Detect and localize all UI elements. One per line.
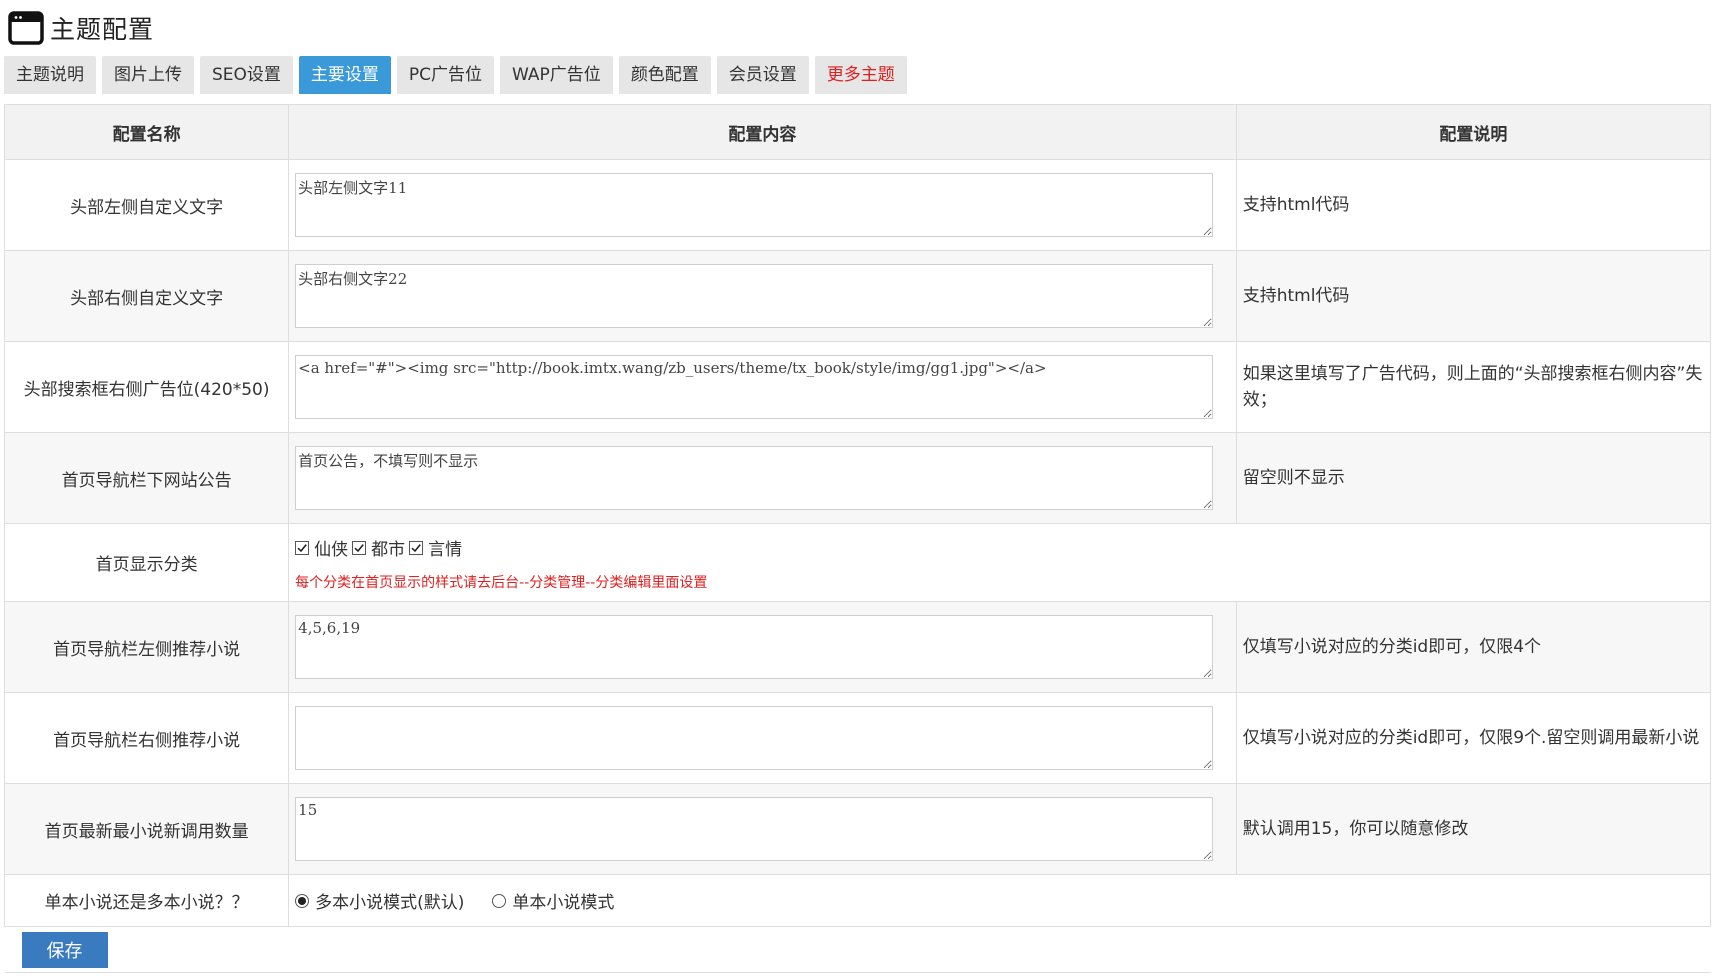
mode-option-multi[interactable]: 多本小说模式(默认) bbox=[295, 888, 464, 913]
radio-selected-icon[interactable] bbox=[295, 893, 310, 908]
browser-window-icon bbox=[8, 11, 44, 45]
checkbox-checked-icon[interactable] bbox=[295, 540, 310, 555]
row-label: 头部左侧自定义文字 bbox=[3, 159, 290, 251]
row-label: 单本小说还是多本小说？？ bbox=[3, 874, 290, 927]
mode-option-single[interactable]: 单本小说模式 bbox=[492, 888, 614, 913]
table-row: 首页导航栏下网站公告 首页公告，不填写则不显示 留空则不显示 bbox=[3, 432, 1712, 524]
latest-novel-count-input[interactable]: 15 bbox=[295, 797, 1213, 861]
tab-pc-ads[interactable]: PC广告位 bbox=[396, 56, 495, 94]
category-checkbox-group: 仙侠 都市 言情 bbox=[295, 535, 1687, 560]
row-label: 首页显示分类 bbox=[3, 523, 290, 602]
search-ad-code-input[interactable]: <a href="#"><img src="http://book.imtx.w… bbox=[295, 355, 1213, 419]
mode-option-label: 单本小说模式 bbox=[512, 893, 615, 913]
tab-member-settings[interactable]: 会员设置 bbox=[716, 56, 809, 94]
row-description: 支持html代码 bbox=[1235, 159, 1712, 251]
nav-right-recommend-input[interactable] bbox=[295, 706, 1213, 770]
checkbox-checked-icon[interactable] bbox=[409, 540, 424, 555]
category-option-xianxia[interactable]: 仙侠 bbox=[295, 535, 348, 560]
row-description: 支持html代码 bbox=[1235, 250, 1712, 342]
column-header-name: 配置名称 bbox=[3, 104, 290, 160]
table-row: 首页最新最小说新调用数量 15 默认调用15，你可以随意修改 bbox=[3, 783, 1712, 875]
page-header: 主题配置 bbox=[8, 8, 154, 48]
column-header-content: 配置内容 bbox=[288, 104, 1237, 160]
save-row: 保存 bbox=[4, 926, 1711, 973]
row-description: 仅填写小说对应的分类id即可，仅限4个 bbox=[1235, 601, 1712, 693]
radio-unselected-icon[interactable] bbox=[492, 893, 507, 908]
config-tabs: 主题说明 图片上传 SEO设置 主要设置 PC广告位 WAP广告位 颜色配置 会… bbox=[4, 56, 913, 94]
row-label: 首页导航栏右侧推荐小说 bbox=[3, 692, 290, 784]
row-description: 留空则不显示 bbox=[1235, 432, 1712, 524]
tab-wap-ads[interactable]: WAP广告位 bbox=[500, 56, 613, 94]
site-notice-input[interactable]: 首页公告，不填写则不显示 bbox=[295, 446, 1213, 510]
row-description: 默认调用15，你可以随意修改 bbox=[1235, 783, 1712, 875]
row-label: 首页导航栏左侧推荐小说 bbox=[3, 601, 290, 693]
tab-color-config[interactable]: 颜色配置 bbox=[618, 56, 711, 94]
category-option-label: 言情 bbox=[428, 540, 463, 560]
category-option-label: 仙侠 bbox=[314, 540, 349, 560]
tab-image-upload[interactable]: 图片上传 bbox=[102, 56, 194, 94]
table-row: 头部左侧自定义文字 头部左侧文字11 支持html代码 bbox=[3, 159, 1712, 251]
tab-theme-intro[interactable]: 主题说明 bbox=[4, 56, 96, 94]
checkbox-checked-icon[interactable] bbox=[352, 540, 367, 555]
mode-option-label: 多本小说模式(默认) bbox=[315, 893, 465, 913]
tab-more-themes[interactable]: 更多主题 bbox=[814, 56, 907, 94]
row-description: 如果这里填写了广告代码，则上面的“头部搜索框右侧内容”失效； bbox=[1235, 341, 1712, 433]
config-table: 配置名称 配置内容 配置说明 头部左侧自定义文字 头部左侧文字11 支持html… bbox=[3, 104, 1712, 973]
row-label: 头部搜索框右侧广告位(420*50) bbox=[3, 341, 290, 433]
row-label: 头部右侧自定义文字 bbox=[3, 250, 290, 342]
category-hint: 每个分类在首页显示的样式请去后台--分类管理--分类编辑里面设置 bbox=[295, 575, 708, 591]
table-row: 头部搜索框右侧广告位(420*50) <a href="#"><img src=… bbox=[3, 341, 1712, 433]
row-description: 仅填写小说对应的分类id即可，仅限9个.留空则调用最新小说 bbox=[1235, 692, 1712, 784]
save-button[interactable]: 保存 bbox=[21, 931, 108, 968]
table-row: 首页显示分类 仙侠 都市 言情 每个分类在首页显示的样式请去后台--分类管理--… bbox=[3, 523, 1711, 602]
table-row: 首页导航栏左侧推荐小说 4,5,6,19 仅填写小说对应的分类id即可，仅限4个 bbox=[3, 601, 1712, 693]
row-label: 首页最新最小说新调用数量 bbox=[3, 783, 290, 875]
novel-mode-radio-group: 多本小说模式(默认) 单本小说模式 bbox=[295, 888, 1687, 913]
column-header-desc: 配置说明 bbox=[1235, 104, 1712, 160]
table-row: 单本小说还是多本小说？？ 多本小说模式(默认) 单本小说模式 bbox=[3, 874, 1711, 927]
tab-main-settings[interactable]: 主要设置 bbox=[298, 56, 391, 94]
page-title: 主题配置 bbox=[50, 15, 155, 44]
header-left-text-input[interactable]: 头部左侧文字11 bbox=[295, 173, 1213, 237]
header-right-text-input[interactable]: 头部右侧文字22 bbox=[295, 264, 1213, 328]
nav-left-recommend-input[interactable]: 4,5,6,19 bbox=[295, 615, 1213, 679]
table-row: 首页导航栏右侧推荐小说 仅填写小说对应的分类id即可，仅限9个.留空则调用最新小… bbox=[3, 692, 1712, 784]
row-label: 首页导航栏下网站公告 bbox=[3, 432, 290, 524]
category-option-romance[interactable]: 言情 bbox=[409, 535, 462, 560]
category-option-urban[interactable]: 都市 bbox=[352, 535, 405, 560]
tab-seo-settings[interactable]: SEO设置 bbox=[200, 56, 293, 94]
table-row: 头部右侧自定义文字 头部右侧文字22 支持html代码 bbox=[3, 250, 1712, 342]
category-option-label: 都市 bbox=[371, 540, 406, 560]
